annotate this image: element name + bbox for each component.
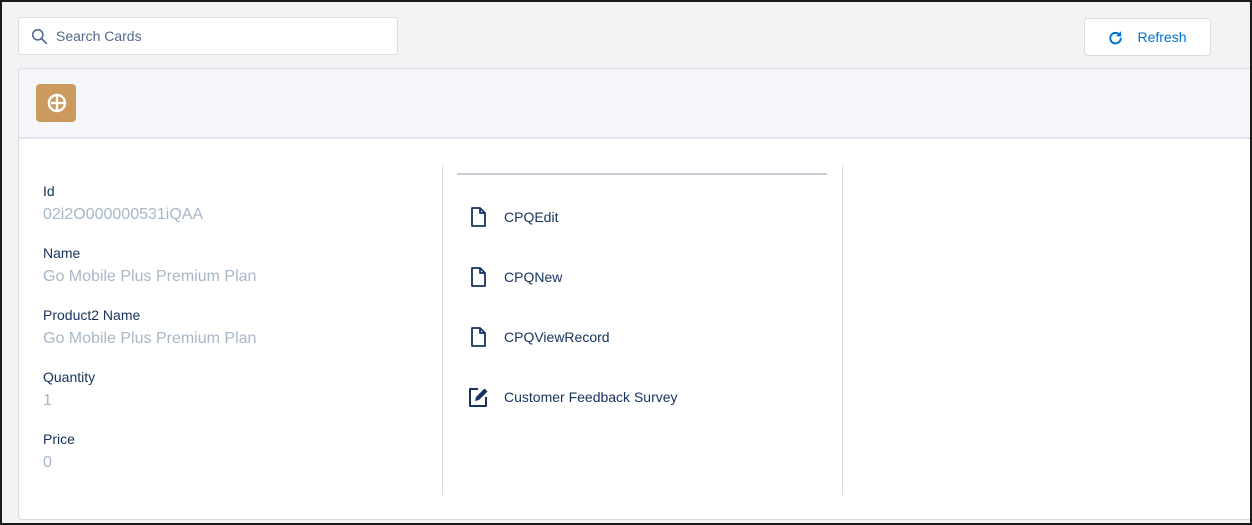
action-label: Customer Feedback Survey [504,389,678,405]
refresh-icon [1109,30,1123,44]
field-name: Name Go Mobile Plus Premium Plan [43,241,423,290]
field-label: Product2 Name [43,307,141,323]
column-divider [442,165,443,495]
field-label: Quantity [43,369,96,385]
refresh-label: Refresh [1137,29,1187,45]
column-divider [842,165,843,495]
top-toolbar: Refresh [2,2,1250,68]
action-customer-feedback-survey[interactable]: Customer Feedback Survey [467,367,827,427]
document-icon [471,327,486,347]
actions-divider [457,173,827,175]
field-value: Go Mobile Plus Premium Plan [43,330,257,347]
field-label: Price [43,431,75,447]
field-id: Id 02i2O000000531iQAA [43,179,423,228]
record-card: Id 02i2O000000531iQAA Name Go Mobile Plu… [18,68,1250,520]
field-value: 1 [43,392,52,409]
refresh-button[interactable]: Refresh [1084,18,1211,56]
action-cpqedit[interactable]: CPQEdit [467,187,827,247]
search-icon [31,28,48,44]
document-icon [471,267,486,287]
field-product2-name: Product2 Name Go Mobile Plus Premium Pla… [43,303,423,352]
field-value: 02i2O000000531iQAA [43,206,204,223]
field-quantity: Quantity 1 [43,365,423,414]
action-label: CPQViewRecord [504,329,610,345]
document-icon [471,207,486,227]
action-label: CPQEdit [504,209,559,225]
action-cpqviewrecord[interactable]: CPQViewRecord [467,307,827,367]
field-label: Id [43,183,55,199]
action-list: CPQEdit CPQNew CPQViewRecord Customer Fe… [467,187,827,427]
search-input[interactable] [56,28,376,44]
field-price: Price 0 [43,427,423,476]
card-header [19,69,1250,139]
field-value: 0 [43,454,52,471]
action-cpqnew[interactable]: CPQNew [467,247,827,307]
field-label: Name [43,245,81,261]
edit-form-icon [469,388,488,407]
product-consumed-icon [36,84,76,122]
field-value: Go Mobile Plus Premium Plan [43,268,257,285]
search-box[interactable] [18,17,398,55]
field-list: Id 02i2O000000531iQAA Name Go Mobile Plu… [43,179,423,489]
action-label: CPQNew [504,269,563,285]
